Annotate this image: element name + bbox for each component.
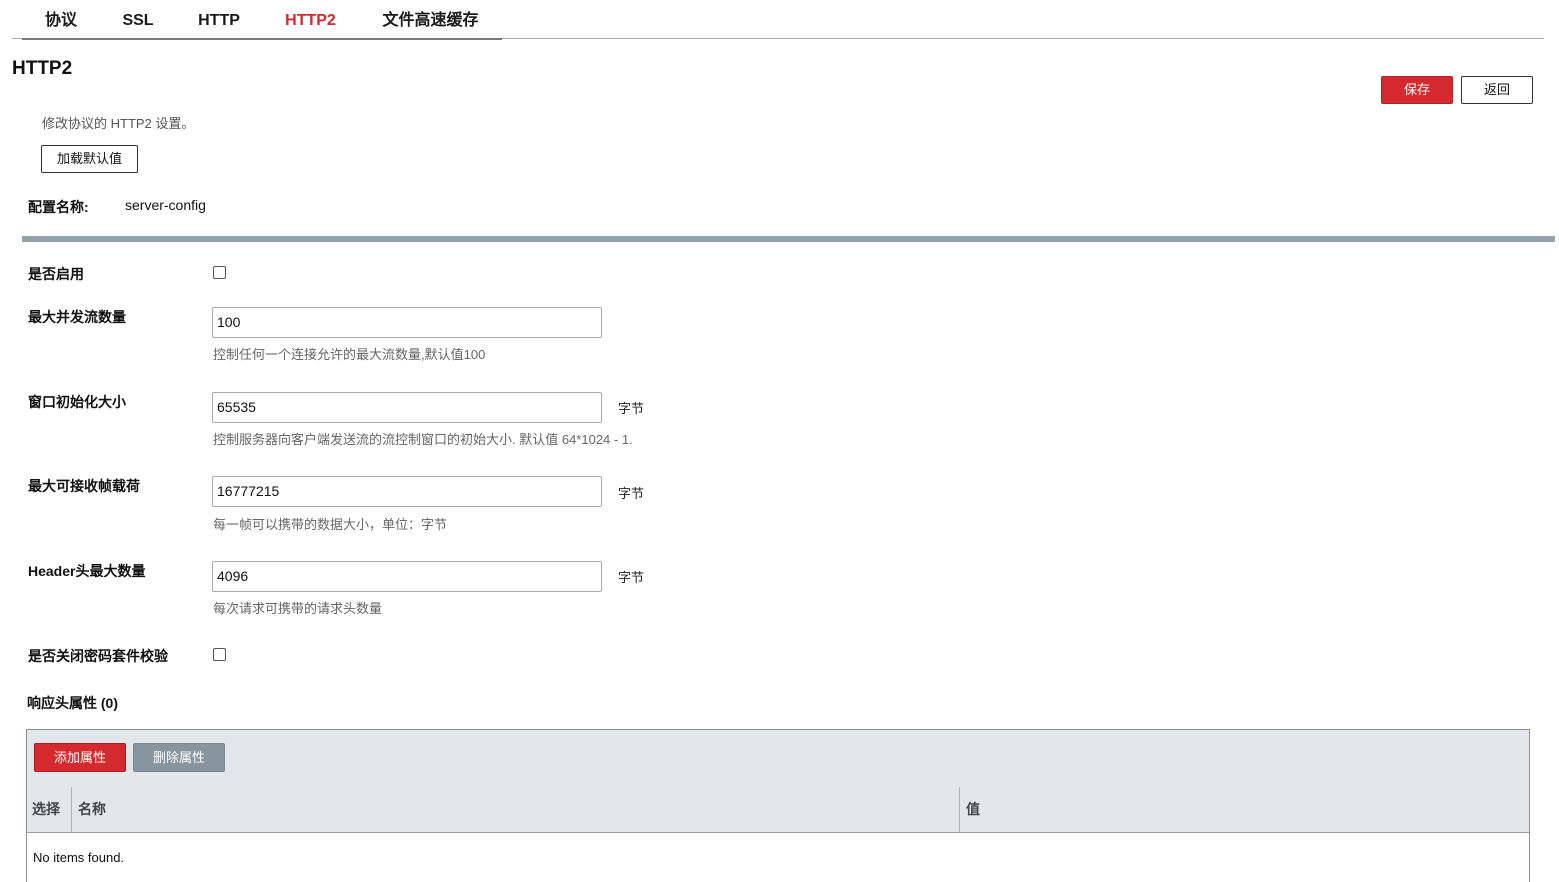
max-frame-size-hint: 每一帧可以携带的数据大小，单位：字节 — [213, 517, 448, 532]
max-frame-size-unit: 字节 — [618, 486, 645, 501]
max-header-count-input[interactable]: 4096 — [212, 561, 602, 592]
initial-window-size-unit: 字节 — [618, 401, 645, 416]
tab-bar: 协议 SSL HTTP HTTP2 文件高速缓存 — [22, 0, 502, 40]
initial-window-size-label: 窗口初始化大小 — [28, 394, 126, 410]
back-button[interactable]: 返回 — [1461, 76, 1533, 104]
disable-cipher-check-label: 是否关闭密码套件校验 — [28, 648, 168, 664]
max-frame-size-label: 最大可接收帧载荷 — [28, 478, 140, 494]
table-toolbar: 添加属性 删除属性 — [27, 730, 1529, 788]
max-concurrent-streams-hint: 控制任何一个连接允许的最大流数量,默认值100 — [213, 347, 486, 362]
initial-window-size-input[interactable]: 65535 — [212, 392, 602, 423]
column-header-name[interactable]: 名称 — [72, 787, 960, 832]
max-concurrent-streams-label: 最大并发流数量 — [28, 309, 126, 325]
enable-label: 是否启用 — [28, 266, 84, 282]
delete-attribute-button[interactable]: 删除属性 — [133, 743, 225, 772]
response-headers-title: 响应头属性 (0) — [27, 695, 118, 711]
tab-http[interactable]: HTTP — [176, 0, 262, 40]
save-button[interactable]: 保存 — [1381, 76, 1453, 104]
add-attribute-button[interactable]: 添加属性 — [34, 743, 126, 772]
column-header-value[interactable]: 值 — [960, 787, 1530, 832]
disable-cipher-check-checkbox[interactable] — [213, 648, 226, 661]
max-concurrent-streams-input[interactable]: 100 — [212, 307, 602, 338]
enable-checkbox[interactable] — [213, 266, 226, 279]
section-divider — [22, 236, 1555, 242]
table-header: 选择 名称 值 — [27, 787, 1529, 833]
tab-http2[interactable]: HTTP2 — [262, 0, 359, 40]
max-header-count-label: Header头最大数量 — [28, 563, 146, 579]
page-description: 修改协议的 HTTP2 设置。 — [42, 116, 195, 131]
config-name-label: 配置名称: — [28, 199, 89, 215]
max-header-count-unit: 字节 — [618, 570, 645, 585]
tab-ssl[interactable]: SSL — [100, 0, 176, 40]
tab-group-underline — [22, 38, 502, 40]
config-name-value: server-config — [125, 197, 206, 213]
empty-table-message: No items found. — [33, 850, 125, 865]
response-headers-table: 添加属性 删除属性 选择 名称 值 No items found. — [26, 729, 1530, 882]
max-header-count-hint: 每次请求可携带的请求头数量 — [213, 601, 383, 616]
load-defaults-button[interactable]: 加载默认值 — [41, 145, 138, 173]
column-header-select[interactable]: 选择 — [27, 787, 72, 832]
page-title: HTTP2 — [12, 58, 73, 79]
tab-protocol[interactable]: 协议 — [22, 0, 100, 40]
max-frame-size-input[interactable]: 16777215 — [212, 476, 602, 507]
tab-file-cache[interactable]: 文件高速缓存 — [359, 0, 502, 40]
initial-window-size-hint: 控制服务器向客户端发送流的流控制窗口的初始大小. 默认值 64*1024 - 1… — [213, 432, 633, 447]
